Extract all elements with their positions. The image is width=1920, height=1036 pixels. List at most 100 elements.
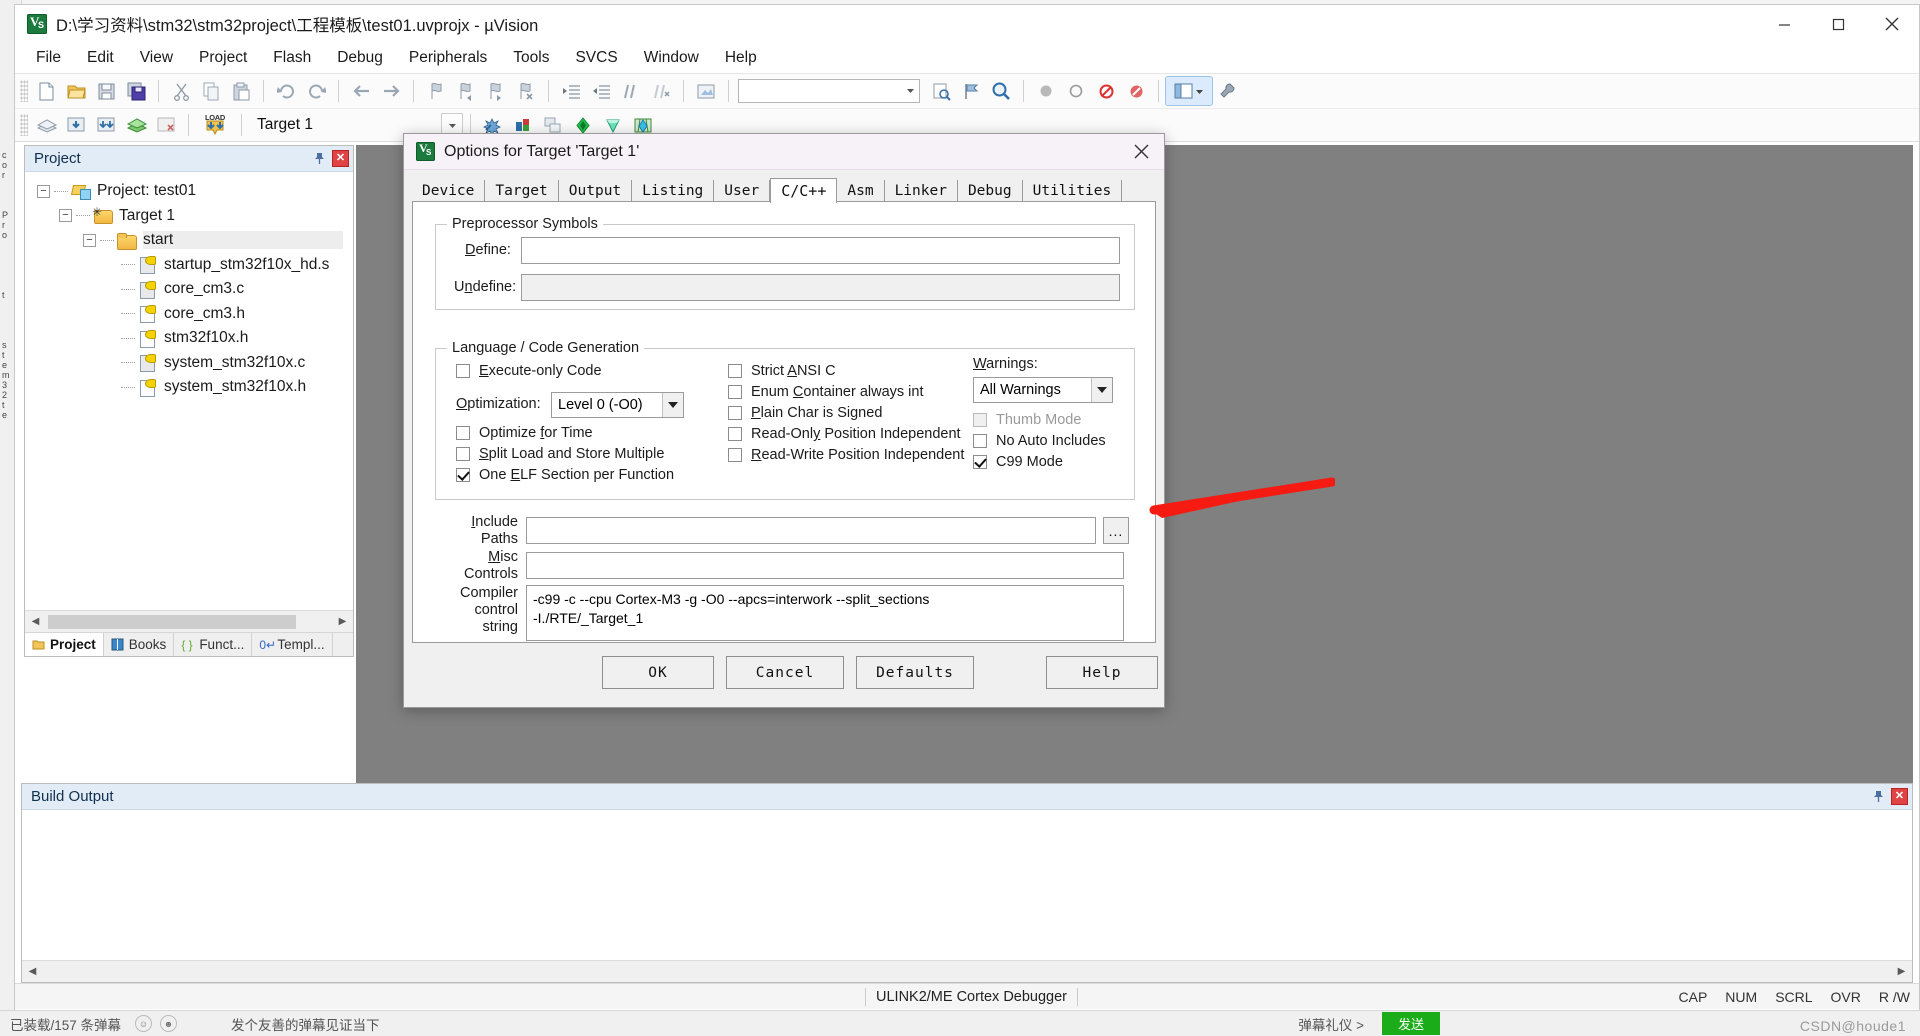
bookmark-flag-icon[interactable]	[956, 77, 986, 105]
download-icon[interactable]: LOAD	[196, 111, 234, 139]
build-target-icon[interactable]	[61, 111, 91, 139]
project-tree-hscrollbar[interactable]: ◀ ▶	[25, 610, 353, 632]
comment-icon[interactable]	[616, 77, 646, 105]
defaults-button[interactable]: Defaults	[856, 656, 974, 689]
emoji-icon-2[interactable]: ☻	[160, 1015, 178, 1032]
configure-icon[interactable]	[691, 77, 721, 105]
open-file-icon[interactable]	[61, 77, 91, 105]
rebuild-icon[interactable]	[91, 111, 121, 139]
bookmark-clear-icon[interactable]	[511, 77, 541, 105]
expander-icon[interactable]: −	[59, 209, 72, 223]
translate-file-icon[interactable]	[31, 111, 61, 139]
checkbox-box[interactable]	[973, 434, 987, 448]
tree-node-file[interactable]: core_cm3.c	[25, 277, 353, 302]
stop-build-icon[interactable]	[151, 111, 181, 139]
tree-node-file[interactable]: stm32f10x.h	[25, 326, 353, 351]
panel-close-icon[interactable]: ✕	[332, 150, 349, 167]
menu-edit[interactable]: Edit	[74, 45, 127, 71]
menu-project[interactable]: Project	[186, 45, 260, 71]
uncomment-icon[interactable]	[646, 77, 676, 105]
define-input[interactable]	[521, 237, 1120, 264]
help-button[interactable]: Help	[1046, 656, 1158, 689]
tab-c-cpp[interactable]: C/C++	[770, 178, 838, 203]
navigate-forward-icon[interactable]	[376, 77, 406, 105]
checkbox-box[interactable]	[456, 468, 470, 482]
redo-icon[interactable]	[301, 77, 331, 105]
search-icon[interactable]	[986, 77, 1016, 105]
bookmark-prev-icon[interactable]	[451, 77, 481, 105]
cut-icon[interactable]	[166, 77, 196, 105]
tab-device[interactable]: Device	[412, 180, 486, 202]
close-button[interactable]	[1865, 5, 1919, 43]
find-combo[interactable]	[738, 79, 920, 103]
dialog-close-button[interactable]	[1118, 134, 1164, 170]
tree-node-file[interactable]: startup_stm32f10x_hd.s	[25, 253, 353, 278]
menu-window[interactable]: Window	[631, 45, 712, 71]
menu-peripherals[interactable]: Peripherals	[396, 45, 500, 71]
checkbox-optimize-for-time[interactable]: Optimize for Time	[456, 425, 593, 441]
tab-functions[interactable]: { } Funct...	[174, 633, 253, 656]
chevron-down-icon[interactable]	[1091, 378, 1112, 402]
new-file-icon[interactable]	[31, 77, 61, 105]
breakpoint-disable-all-icon[interactable]	[1091, 77, 1121, 105]
chevron-down-icon[interactable]	[905, 84, 916, 99]
tab-asm[interactable]: Asm	[837, 180, 885, 202]
checkbox-thumb-mode[interactable]: Thumb Mode	[973, 412, 1081, 428]
save-icon[interactable]	[91, 77, 121, 105]
build-output-text[interactable]	[22, 811, 1912, 960]
scroll-right-icon[interactable]: ▶	[332, 611, 353, 632]
send-button[interactable]: 发送	[1381, 1012, 1440, 1035]
chevron-down-icon[interactable]	[662, 393, 683, 417]
window-layout-icon[interactable]	[1165, 76, 1213, 106]
menu-help[interactable]: Help	[712, 45, 770, 71]
compiler-control-string[interactable]: -c99 -c --cpu Cortex-M3 -g -O0 --apcs=in…	[526, 585, 1124, 641]
cancel-button[interactable]: Cancel	[726, 656, 844, 689]
breakpoint-kill-all-icon[interactable]	[1121, 77, 1151, 105]
checkbox-box[interactable]	[456, 447, 470, 461]
batch-build-icon[interactable]	[121, 111, 151, 139]
breakpoint-disabled-icon[interactable]	[1061, 77, 1091, 105]
checkbox-read-only-position-independent[interactable]: Read-Only Position Independent	[728, 426, 961, 442]
checkbox-strict-ansi-c[interactable]: Strict ANSI C	[728, 363, 836, 379]
checkbox-split-load-store[interactable]: Split Load and Store Multiple	[456, 446, 664, 462]
tree-node-target[interactable]: − Target 1	[25, 204, 353, 229]
checkbox-execute-only-code[interactable]: Execute-only Code	[456, 363, 602, 379]
tab-books[interactable]: Books	[104, 633, 175, 656]
undo-icon[interactable]	[271, 77, 301, 105]
tab-user[interactable]: User	[714, 180, 771, 202]
tree-node-file[interactable]: system_stm32f10x.c	[25, 351, 353, 376]
checkbox-box[interactable]	[456, 364, 470, 378]
tree-node-file[interactable]: system_stm32f10x.h	[25, 375, 353, 400]
checkbox-plain-char-signed[interactable]: Plain Char is Signed	[728, 405, 882, 421]
menu-debug[interactable]: Debug	[324, 45, 396, 71]
menu-svcs[interactable]: SVCS	[562, 45, 630, 71]
danmaku-etiquette-link[interactable]: 弹幕礼仪 >	[1288, 1014, 1374, 1034]
expander-icon[interactable]: −	[37, 184, 50, 198]
minimize-button[interactable]	[1757, 5, 1811, 43]
checkbox-box[interactable]	[728, 385, 742, 399]
toolbar-grip[interactable]	[20, 114, 28, 136]
bookmark-toggle-icon[interactable]	[421, 77, 451, 105]
tab-target[interactable]: Target	[485, 180, 559, 202]
menu-file[interactable]: File	[23, 45, 74, 71]
indent-increase-icon[interactable]	[556, 77, 586, 105]
menu-view[interactable]: View	[127, 45, 186, 71]
checkbox-box[interactable]	[456, 426, 470, 440]
checkbox-box[interactable]	[973, 413, 987, 427]
scroll-thumb[interactable]	[48, 614, 296, 629]
tab-utilities[interactable]: Utilities	[1022, 180, 1123, 202]
menu-tools[interactable]: Tools	[500, 45, 562, 71]
undefine-input[interactable]	[521, 274, 1120, 301]
warnings-combo[interactable]: All Warnings	[973, 377, 1113, 403]
find-in-files-icon[interactable]	[926, 77, 956, 105]
scroll-left-icon[interactable]: ◀	[22, 961, 43, 982]
tab-templates[interactable]: 0↵ Templ...	[252, 633, 333, 656]
danmaku-placeholder[interactable]: 发个友善的弹幕见证当下	[221, 1014, 390, 1034]
emoji-icon[interactable]: ☺	[135, 1015, 153, 1032]
target-selector-label[interactable]: Target 1	[249, 116, 321, 134]
tree-node-project[interactable]: − Project: test01	[25, 179, 353, 204]
build-output-hscrollbar[interactable]: ◀ ▶	[22, 960, 1912, 982]
scroll-track[interactable]	[46, 611, 332, 632]
save-all-icon[interactable]	[121, 77, 151, 105]
tree-node-file[interactable]: core_cm3.h	[25, 302, 353, 327]
